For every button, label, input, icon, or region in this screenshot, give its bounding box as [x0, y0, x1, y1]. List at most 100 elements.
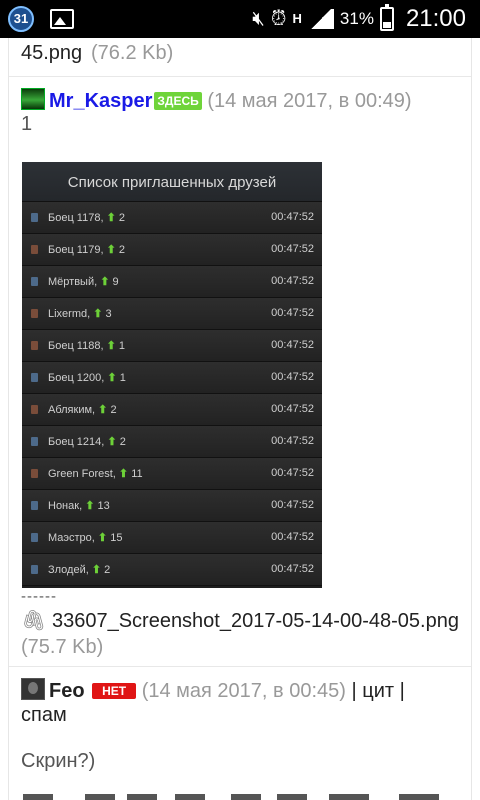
- friend-name: Lixermd, ⬆︎ 3: [48, 307, 112, 320]
- post-body: Скрин?): [21, 750, 96, 772]
- friend-name: Боец 1188, ⬆︎ 1: [48, 339, 125, 352]
- attachment-filename[interactable]: 33607_Screenshot_2017-05-14-00-48-05.png: [52, 610, 459, 632]
- arrow-up-icon: ⬆︎: [107, 436, 117, 448]
- toolbar-button[interactable]: [399, 794, 439, 800]
- friend-time: 00:47:52: [271, 275, 314, 287]
- rank-icon: [31, 437, 38, 446]
- rank-icon: [31, 405, 38, 414]
- friend-count: 15: [110, 532, 123, 544]
- spam-link[interactable]: спам: [21, 704, 67, 727]
- attachment-link[interactable]: 🖇︎ 33607_Screenshot_2017-05-14-00-48-05.…: [21, 608, 461, 660]
- friend-name-text: Боец 1214,: [48, 436, 105, 448]
- friend-count: 1: [119, 372, 126, 384]
- post-date: (14 мая 2017, в 00:49): [207, 90, 412, 112]
- arrow-up-icon: ⬆︎: [107, 372, 117, 384]
- rank-icon: [31, 373, 38, 382]
- divider-dashes: ------: [21, 588, 57, 605]
- arrow-up-icon: ⬆︎: [100, 276, 110, 288]
- friend-count: 2: [110, 404, 117, 416]
- friend-time: 00:47:52: [271, 403, 314, 415]
- friend-name-text: Маэстро,: [48, 532, 95, 544]
- mute-icon: 🔇︎: [252, 8, 265, 30]
- friend-name: Злодей, ⬆︎ 2: [48, 563, 110, 576]
- arrow-up-icon: ⬆︎: [98, 404, 108, 416]
- network-type-icon: H: [292, 11, 302, 26]
- friend-name: Green Forest, ⬆︎ 11: [48, 467, 143, 480]
- toolbar-button[interactable]: [23, 794, 53, 800]
- comments-card: 45.png (76.2 Kb) Mr_Kasper ЗДЕСЬ (14 мая …: [8, 38, 472, 800]
- rank-icon: [31, 533, 38, 542]
- friend-time: 00:47:52: [271, 531, 314, 543]
- friend-name: Боец 1179, ⬆︎ 2: [48, 243, 125, 256]
- author-name[interactable]: Feo: [49, 680, 85, 702]
- status-bar: 31 🔇︎ ⏰︎ H 31% 21:00: [0, 0, 480, 38]
- paperclip-icon: 🖇︎: [21, 610, 47, 632]
- arrow-up-icon: ⬆︎: [106, 244, 116, 256]
- quote-link[interactable]: цит: [362, 680, 394, 702]
- online-badge: ЗДЕСЬ: [154, 92, 202, 110]
- avatar[interactable]: [21, 678, 45, 700]
- separator: [9, 76, 471, 77]
- toolbar-button[interactable]: [277, 794, 307, 800]
- rank-icon: [31, 309, 38, 318]
- friend-time: 00:47:52: [271, 435, 314, 447]
- friend-count: 2: [118, 244, 125, 256]
- friend-row: Маэстро, ⬆︎ 15 00:47:52: [22, 522, 322, 554]
- post-header: Mr_Kasper ЗДЕСЬ (14 мая 2017, в 00:49): [21, 88, 412, 113]
- post-date: (14 мая 2017, в 00:45): [141, 680, 346, 702]
- friend-row: Нонак, ⬆︎ 13 00:47:52: [22, 490, 322, 522]
- friend-name-text: Злодей,: [48, 564, 89, 576]
- friend-time: 00:47:52: [271, 467, 314, 479]
- toolbar-button[interactable]: [85, 794, 115, 800]
- friends-list-title: Список приглашенных друзей: [22, 162, 322, 202]
- offline-badge: НЕТ: [92, 683, 137, 699]
- arrow-up-icon: ⬆︎: [91, 564, 102, 576]
- friend-name: Абляким, ⬆︎ 2: [48, 403, 117, 416]
- friend-count: 2: [118, 212, 125, 224]
- rank-icon: [31, 245, 38, 254]
- arrow-up-icon: ⬆︎: [93, 308, 103, 320]
- friend-row: Боец 1178, ⬆︎ 2 00:47:52: [22, 202, 322, 234]
- toolbar-button[interactable]: [231, 794, 261, 800]
- clock-time: 21:00: [405, 5, 466, 32]
- avatar[interactable]: [21, 88, 45, 110]
- friend-count: 11: [131, 468, 143, 480]
- friend-time: 00:47:52: [271, 563, 314, 575]
- friend-time: 00:47:52: [271, 339, 314, 351]
- friend-row: Боец 1179, ⬆︎ 2 00:47:52: [22, 234, 322, 266]
- friend-name: Мёртвый, ⬆︎ 9: [48, 275, 119, 288]
- friend-row: Lixermd, ⬆︎ 3 00:47:52: [22, 298, 322, 330]
- toolbar-button[interactable]: [175, 794, 205, 800]
- prev-attachment[interactable]: 45.png (76.2 Kb): [21, 38, 461, 65]
- toolbar-button[interactable]: [127, 794, 157, 800]
- friend-name: Боец 1178, ⬆︎ 2: [48, 211, 125, 224]
- friend-name: Боец 1214, ⬆︎ 2: [48, 435, 126, 448]
- friend-time: 00:47:52: [271, 371, 314, 383]
- friend-name-text: Нонак,: [48, 500, 83, 512]
- separator: [9, 666, 471, 667]
- alarm-icon: ⏰︎: [270, 8, 287, 30]
- rank-icon: [31, 565, 38, 574]
- friend-row: Боец 1200, ⬆︎ 1 00:47:52: [22, 362, 322, 394]
- author-name[interactable]: Mr_Kasper: [49, 90, 152, 112]
- friend-time: 00:47:52: [271, 211, 314, 223]
- friend-count: 13: [97, 500, 110, 512]
- signal-icon: [307, 9, 334, 29]
- friend-row: Злодей, ⬆︎ 2 00:47:52: [22, 554, 322, 586]
- friend-name-text: Боец 1200,: [48, 372, 105, 384]
- prev-attachment-size: (76.2 Kb): [91, 42, 174, 64]
- arrow-up-icon: ⬆︎: [118, 468, 129, 480]
- toolbar-button[interactable]: [329, 794, 369, 800]
- friend-time: 00:47:52: [271, 243, 314, 255]
- arrow-up-icon: ⬆︎: [85, 500, 95, 512]
- rank-icon: [31, 213, 38, 222]
- prev-attachment-filename[interactable]: 45.png: [21, 42, 461, 65]
- friends-list-screenshot[interactable]: Список приглашенных друзей Боец 1178, ⬆︎…: [22, 162, 322, 588]
- arrow-up-icon: ⬆︎: [106, 340, 116, 352]
- rank-icon: [31, 277, 38, 286]
- post-body: 1: [21, 113, 33, 135]
- friend-name-text: Green Forest,: [48, 468, 116, 480]
- friend-count: 9: [112, 276, 119, 288]
- friend-row: Green Forest, ⬆︎ 11 00:47:52: [22, 458, 322, 490]
- arrow-up-icon: ⬆︎: [97, 532, 108, 544]
